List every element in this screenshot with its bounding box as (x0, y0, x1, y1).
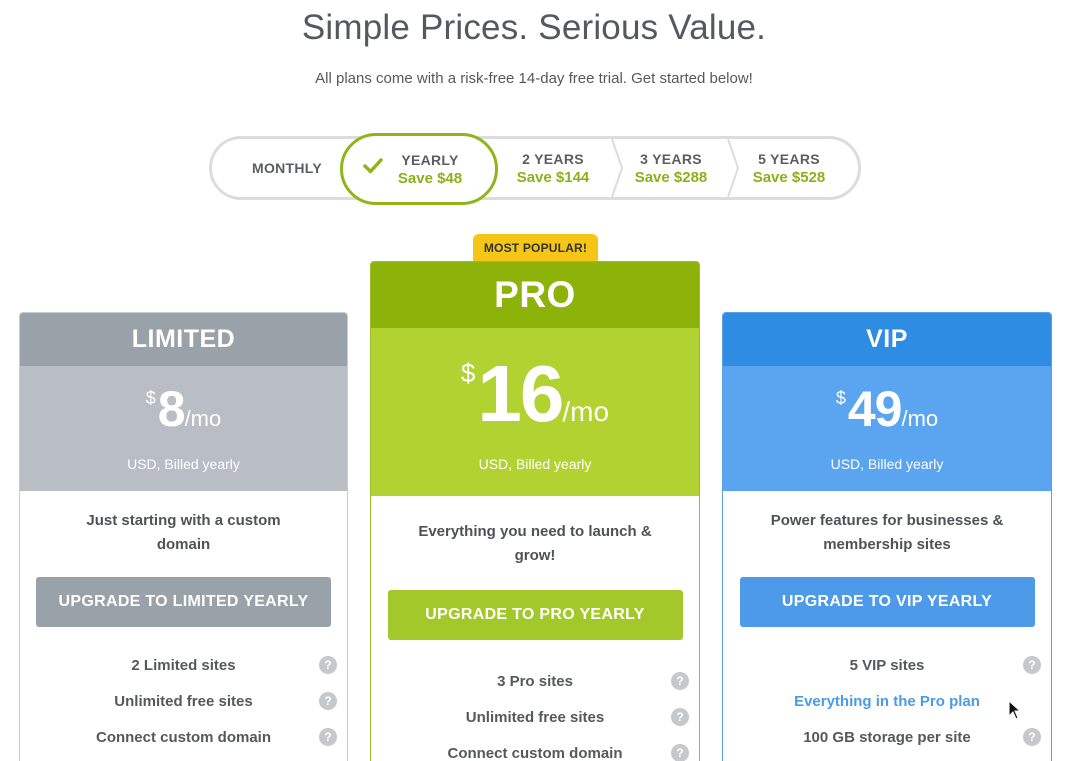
billing-option-savings: Save $144 (516, 168, 590, 186)
upgrade-pro-button[interactable]: UPGRADE TO PRO YEARLY (387, 590, 683, 640)
checkmark-icon (363, 158, 383, 174)
feature-label: Unlimited free sites (114, 692, 253, 710)
feature-item: Unlimited free sites? (20, 683, 347, 719)
feature-label: 5 VIP sites (849, 656, 925, 674)
help-icon[interactable]: ? (319, 692, 337, 710)
feature-item: Unlimited free sites? (371, 699, 699, 735)
page-title: Simple Prices. Serious Value. (301, 8, 767, 47)
billing-option-2-years[interactable]: 2 YEARS Save $144 (494, 139, 612, 197)
price-period: /mo (184, 406, 222, 431)
billing-option-yearly[interactable]: YEARLY Save $48 (340, 133, 498, 205)
help-icon[interactable]: ? (1023, 656, 1041, 674)
feature-label: Connect custom domain (447, 744, 623, 761)
help-icon[interactable]: ? (671, 708, 689, 726)
help-icon[interactable]: ? (1023, 728, 1041, 746)
billing-option-label: 2 YEARS (522, 150, 584, 167)
plan-price-panel: $49/mo USD, Billed yearly (723, 366, 1051, 491)
feature-label: 2 Limited sites (131, 656, 236, 674)
plan-card-pro: PRO $16/mo USD, Billed yearly Everything… (370, 261, 700, 761)
currency-symbol: $ (835, 388, 846, 408)
price-amount: 16 (477, 349, 564, 438)
currency-symbol: $ (145, 388, 156, 408)
plan-name: VIP (723, 313, 1051, 366)
plan-tagline: Everything you need to launch & grow! (418, 523, 652, 564)
feature-list: 2 Limited sites? Unlimited free sites? C… (20, 647, 347, 755)
feature-item: 100 GB storage per site? (723, 719, 1051, 755)
pro-plan-link[interactable]: Everything in the Pro plan (794, 693, 980, 710)
feature-item: Connect custom domain? (371, 735, 699, 761)
feature-item: 5 VIP sites? (723, 647, 1051, 683)
billing-option-3-years[interactable]: 3 YEARS Save $288 (612, 139, 730, 197)
feature-list: 3 Pro sites? Unlimited free sites? Conne… (371, 663, 699, 761)
plan-price: $16/mo (371, 348, 699, 440)
plan-price-panel: $8/mo USD, Billed yearly (20, 366, 347, 491)
upgrade-limited-button[interactable]: UPGRADE TO LIMITED YEARLY (36, 577, 331, 627)
feature-item: 2 Limited sites? (20, 647, 347, 683)
most-popular-badge: MOST POPULAR! (473, 234, 598, 261)
billing-option-5-years[interactable]: 5 YEARS Save $528 (730, 139, 848, 197)
billing-option-label: 3 YEARS (640, 150, 702, 167)
feature-label: Connect custom domain (95, 728, 271, 746)
currency-symbol: $ (460, 358, 476, 388)
billing-option-savings: Save $48 (397, 169, 463, 187)
feature-label: Unlimited free sites (465, 708, 605, 726)
feature-list: 5 VIP sites? Everything in the Pro plan … (723, 647, 1051, 755)
billing-period-toggle: MONTHLY 2 YEARS Save $144 3 YEARS Save $… (209, 133, 861, 205)
billing-option-monthly[interactable]: MONTHLY (222, 139, 352, 197)
price-period: /mo (562, 396, 610, 427)
billing-option-savings: Save $528 (752, 168, 826, 186)
plan-price: $8/mo (20, 380, 347, 438)
plan-price-panel: $16/mo USD, Billed yearly (371, 328, 699, 496)
help-icon[interactable]: ? (319, 656, 337, 674)
feature-label: 3 Pro sites (497, 672, 573, 690)
billing-option-label: MONTHLY (251, 160, 323, 176)
help-icon[interactable]: ? (671, 672, 689, 690)
plan-name: PRO (371, 262, 699, 328)
billing-note: USD, Billed yearly (478, 456, 592, 472)
billing-option-savings: Save $288 (634, 168, 708, 186)
page-subtitle: All plans come with a risk-free 14-day f… (315, 70, 753, 87)
plan-tagline: Just starting with a custom domain (86, 512, 281, 553)
feature-item: Connect custom domain? (20, 719, 347, 755)
mouse-cursor-icon (1008, 700, 1022, 720)
price-amount: 8 (157, 381, 186, 437)
billing-note: USD, Billed yearly (830, 456, 944, 472)
plan-tagline: Power features for businesses & membersh… (770, 512, 1004, 553)
billing-note: USD, Billed yearly (127, 456, 240, 472)
billing-option-label: YEARLY (401, 151, 459, 168)
plan-card-limited: LIMITED $8/mo USD, Billed yearly Just st… (19, 312, 348, 761)
help-icon[interactable]: ? (671, 744, 689, 761)
feature-item[interactable]: Everything in the Pro plan (723, 683, 1051, 719)
billing-option-label: 5 YEARS (758, 150, 820, 167)
upgrade-vip-button[interactable]: UPGRADE TO VIP YEARLY (739, 577, 1035, 627)
plan-name: LIMITED (20, 313, 347, 366)
price-period: /mo (901, 406, 939, 431)
plan-card-vip: VIP $49/mo USD, Billed yearly Power feat… (722, 312, 1052, 761)
feature-item: 3 Pro sites? (371, 663, 699, 699)
plan-price: $49/mo (723, 380, 1051, 438)
price-amount: 49 (847, 381, 903, 437)
help-icon[interactable]: ? (319, 728, 337, 746)
feature-label: 100 GB storage per site (803, 728, 971, 746)
